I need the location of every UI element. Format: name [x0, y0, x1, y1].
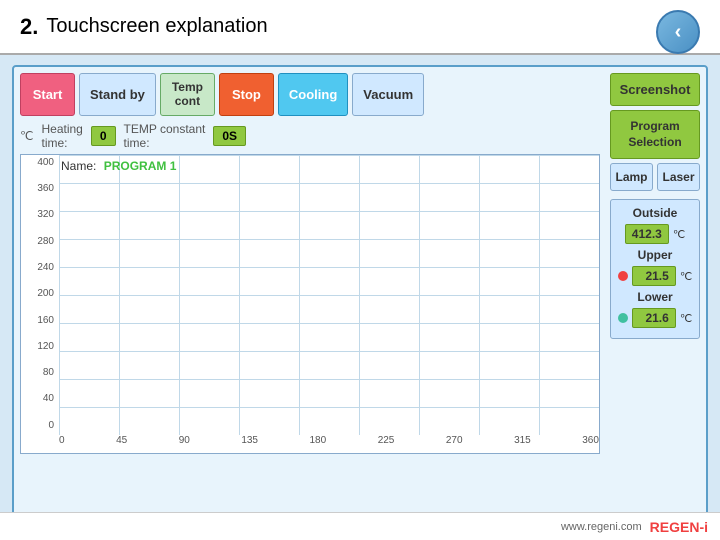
x-label-0: 0 [59, 435, 65, 453]
y-label-360: 360 [21, 183, 57, 194]
x-label-270: 270 [446, 435, 463, 453]
lower-value: 21.6 [632, 308, 676, 328]
website-text: www.regeni.com [561, 521, 642, 533]
lamp-button[interactable]: Lamp [610, 163, 653, 191]
brand-logo: REGEN-i [650, 519, 708, 535]
x-axis: 0 45 90 135 180 225 270 315 360 [59, 435, 599, 453]
lamp-laser-row: Lamp Laser [610, 163, 700, 191]
temp-constant-label: TEMP constanttime: [124, 122, 206, 150]
y-label-40: 40 [21, 393, 57, 404]
chart-grid [59, 155, 599, 435]
right-panel: Screenshot ProgramSelection Lamp Laser O… [610, 73, 700, 454]
x-label-90: 90 [179, 435, 190, 453]
upper-unit: ℃ [680, 270, 692, 283]
lower-dot [618, 313, 628, 323]
y-label-320: 320 [21, 209, 57, 220]
laser-button[interactable]: Laser [657, 163, 700, 191]
y-label-240: 240 [21, 262, 57, 273]
temp-constant-value: 0S [213, 126, 246, 146]
cooling-button[interactable]: Cooling [278, 73, 348, 116]
x-label-180: 180 [310, 435, 327, 453]
heating-time-value: 0 [91, 126, 116, 146]
footer: www.regeni.com REGEN-i [0, 512, 720, 540]
stop-button[interactable]: Stop [219, 73, 274, 116]
title-bar: 2. Touchscreen explanation ‹ [0, 0, 720, 55]
outside-sensor-row: 412.3 ℃ [617, 224, 693, 244]
program-selection-button[interactable]: ProgramSelection [610, 110, 700, 159]
main-panel: Start Stand by Tempcont Stop Cooling Vac… [12, 65, 708, 530]
heating-time-label: Heatingtime: [41, 122, 82, 150]
y-label-120: 120 [21, 341, 57, 352]
lower-unit: ℃ [680, 312, 692, 325]
outside-value: 412.3 [625, 224, 669, 244]
upper-value: 21.5 [632, 266, 676, 286]
x-label-135: 135 [241, 435, 258, 453]
lower-label: Lower [617, 290, 693, 304]
upper-dot [618, 271, 628, 281]
upper-label: Upper [617, 248, 693, 262]
y-axis: 0 40 80 120 160 200 240 280 320 360 400 [21, 155, 59, 433]
x-label-360: 360 [582, 435, 599, 453]
chart-name-row: Name: PROGRAM 1 [61, 159, 176, 173]
title-number: 2. [20, 14, 38, 40]
x-label-45: 45 [116, 435, 127, 453]
y-label-400: 400 [21, 157, 57, 168]
start-button[interactable]: Start [20, 73, 75, 116]
outside-label: Outside [617, 206, 693, 220]
y-label-80: 80 [21, 367, 57, 378]
vacuum-button[interactable]: Vacuum [352, 73, 424, 116]
back-button[interactable]: ‹ [656, 10, 700, 54]
name-value: PROGRAM 1 [104, 159, 177, 173]
outside-unit: ℃ [673, 228, 685, 241]
y-label-280: 280 [21, 236, 57, 247]
name-label: Name: [61, 159, 96, 173]
x-label-315: 315 [514, 435, 531, 453]
y-label-200: 200 [21, 288, 57, 299]
y-label-160: 160 [21, 315, 57, 326]
left-main: Start Stand by Tempcont Stop Cooling Vac… [20, 73, 600, 454]
chart-container: 0 40 80 120 160 200 240 280 320 360 400 … [20, 154, 600, 454]
y-label-0: 0 [21, 420, 57, 431]
x-label-225: 225 [378, 435, 395, 453]
standby-button[interactable]: Stand by [79, 73, 156, 116]
info-row: ℃ Heatingtime: 0 TEMP constanttime: 0S [20, 122, 600, 150]
tempcont-button[interactable]: Tempcont [160, 73, 215, 116]
controls-layout: Start Stand by Tempcont Stop Cooling Vac… [20, 73, 700, 454]
sensor-box: Outside 412.3 ℃ Upper 21.5 ℃ Lower 21.6 … [610, 199, 700, 339]
control-buttons-row: Start Stand by Tempcont Stop Cooling Vac… [20, 73, 600, 116]
upper-sensor-row: 21.5 ℃ [617, 266, 693, 286]
screenshot-button[interactable]: Screenshot [610, 73, 700, 106]
lower-sensor-row: 21.6 ℃ [617, 308, 693, 328]
brand-suffix: -i [699, 519, 708, 535]
title-text: Touchscreen explanation [46, 15, 267, 38]
temp-unit-label: ℃ [20, 129, 33, 143]
brand-name: REGEN [650, 519, 700, 535]
